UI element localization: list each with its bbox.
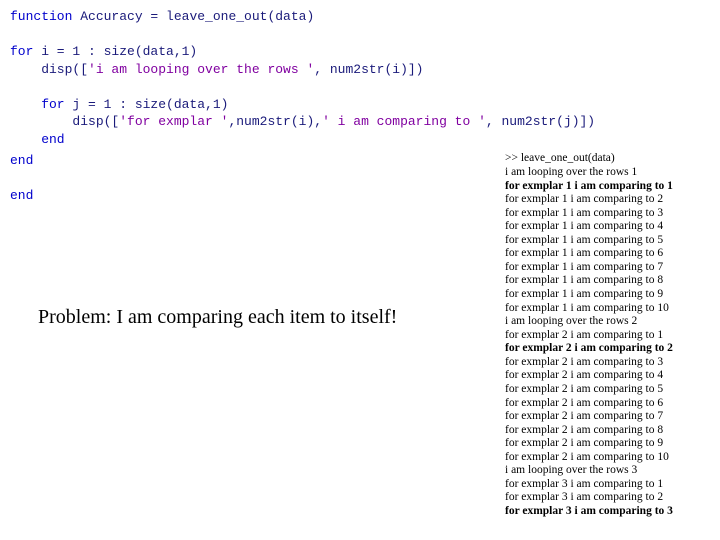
kw-for: for — [10, 97, 65, 112]
kw-function: function — [10, 9, 72, 24]
code-text: , num2str(i)]) — [314, 62, 423, 77]
code-text: j = 1 : size(data,1) — [65, 97, 229, 112]
out-line: for exmplar 1 i am comparing to 1 — [505, 180, 710, 194]
out-line: for exmplar 1 i am comparing to 7 — [505, 261, 710, 275]
out-line: for exmplar 3 i am comparing to 1 — [505, 478, 710, 492]
out-line: for exmplar 1 i am comparing to 6 — [505, 247, 710, 261]
out-line: for exmplar 1 i am comparing to 9 — [505, 288, 710, 302]
out-line: i am looping over the rows 3 — [505, 464, 710, 478]
code-text: , num2str(j)]) — [486, 114, 595, 129]
console-output: >> leave_one_out(data) i am looping over… — [497, 152, 710, 518]
out-line: for exmplar 2 i am comparing to 5 — [505, 383, 710, 397]
out-line: for exmplar 1 i am comparing to 10 — [505, 302, 710, 316]
code-text: i = 1 : size(data,1) — [33, 44, 197, 59]
problem-caption: Problem: I am comparing each item to its… — [38, 305, 398, 330]
str: ' i am comparing to ' — [322, 114, 486, 129]
out-line: >> leave_one_out(data) — [505, 152, 710, 166]
code-text: ,num2str(i), — [228, 114, 322, 129]
out-line: for exmplar 2 i am comparing to 7 — [505, 410, 710, 424]
out-line: for exmplar 1 i am comparing to 2 — [505, 193, 710, 207]
code-end1: end end — [10, 152, 497, 205]
out-line: for exmplar 2 i am comparing to 10 — [505, 451, 710, 465]
str: 'i am looping over the rows ' — [88, 62, 314, 77]
code-text: disp([ — [10, 62, 88, 77]
out-line: i am looping over the rows 1 — [505, 166, 710, 180]
out-line: for exmplar 2 i am comparing to 2 — [505, 342, 710, 356]
code-block: function Accuracy = leave_one_out(data) … — [10, 8, 710, 148]
out-line: for exmplar 1 i am comparing to 5 — [505, 234, 710, 248]
out-line: for exmplar 3 i am comparing to 3 — [505, 505, 710, 519]
out-line: for exmplar 3 i am comparing to 2 — [505, 491, 710, 505]
out-line: for exmplar 2 i am comparing to 6 — [505, 397, 710, 411]
kw-for: for — [10, 44, 33, 59]
out-line: for exmplar 1 i am comparing to 4 — [505, 220, 710, 234]
out-line: for exmplar 1 i am comparing to 3 — [505, 207, 710, 221]
str: 'for exmplar ' — [119, 114, 228, 129]
out-line: for exmplar 2 i am comparing to 1 — [505, 329, 710, 343]
code-text: Accuracy = leave_one_out(data) — [72, 9, 314, 24]
out-line: for exmplar 2 i am comparing to 8 — [505, 424, 710, 438]
code-text: disp([ — [10, 114, 119, 129]
out-line: i am looping over the rows 2 — [505, 315, 710, 329]
out-line: for exmplar 2 i am comparing to 9 — [505, 437, 710, 451]
out-line: for exmplar 2 i am comparing to 3 — [505, 356, 710, 370]
out-line: for exmplar 1 i am comparing to 8 — [505, 274, 710, 288]
kw-end: end — [10, 132, 65, 147]
out-line: for exmplar 2 i am comparing to 4 — [505, 369, 710, 383]
